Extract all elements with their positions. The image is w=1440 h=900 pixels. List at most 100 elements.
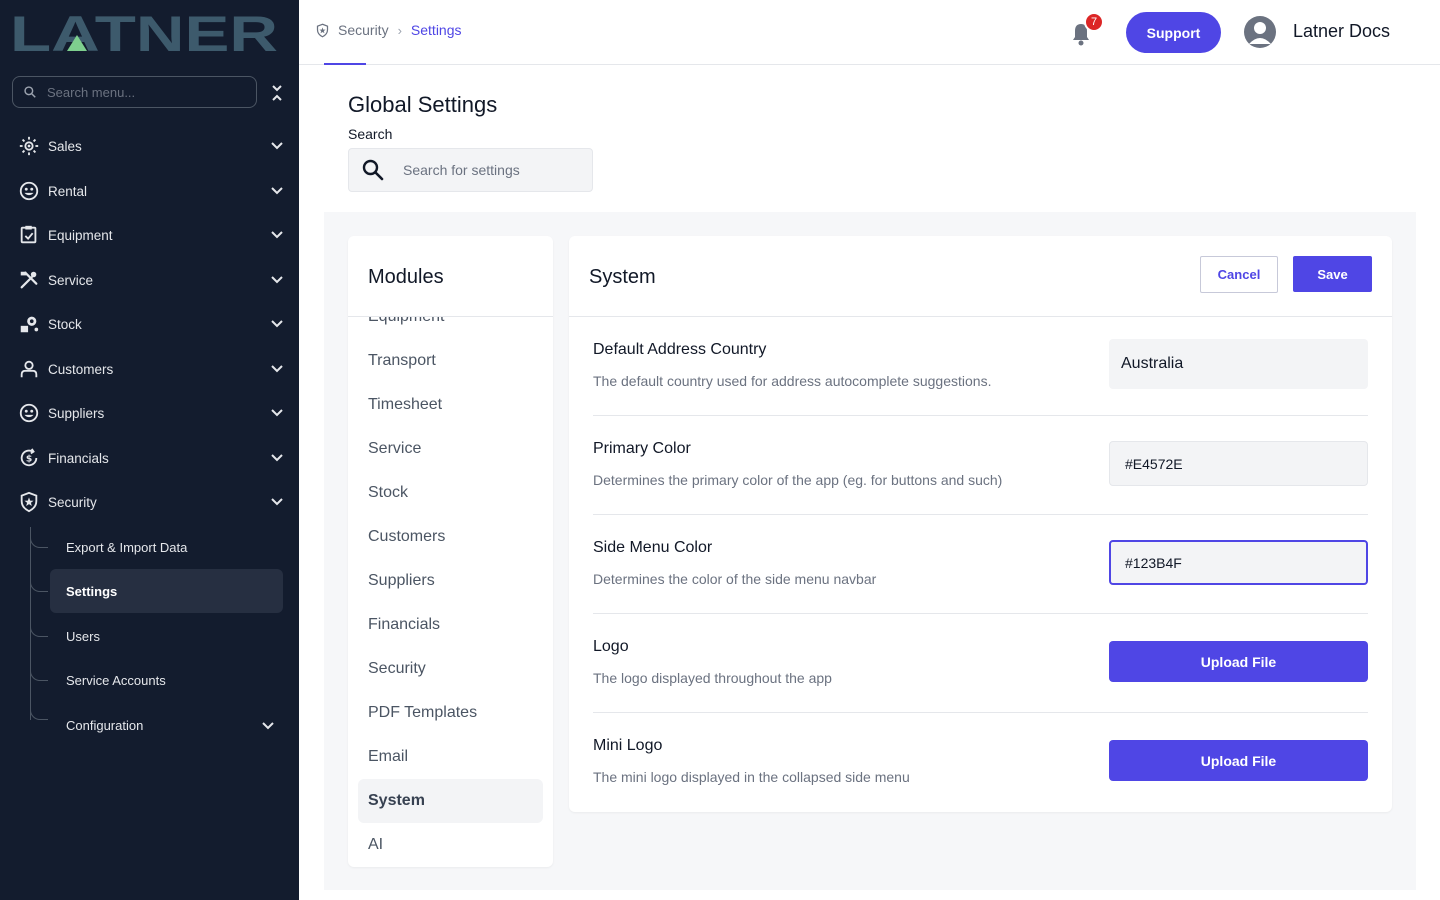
module-item-customers[interactable]: Customers	[358, 515, 543, 559]
security-shield-icon	[18, 491, 40, 513]
sidebar-subitem-label: Users	[66, 628, 100, 644]
menu-search-input[interactable]: Search menu...	[12, 76, 257, 108]
settings-search-input[interactable]: Search for settings	[348, 148, 593, 192]
module-item-label: PDF Templates	[368, 704, 478, 721]
module-item-equipment[interactable]: Equipment	[358, 317, 543, 339]
sales-icon	[18, 135, 40, 157]
sidebar-item-rental[interactable]: Rental	[0, 169, 299, 213]
latner-logo[interactable]: LATNER	[10, 11, 280, 55]
sidebar-subitem-users[interactable]: Users	[50, 614, 283, 658]
rental-icon	[18, 180, 40, 202]
primary-color-input[interactable]: #E4572E	[1109, 441, 1368, 486]
sidebar-subitem-label: Service Accounts	[66, 672, 166, 688]
setting-description: Determines the color of the side menu na…	[593, 571, 877, 587]
sidebar-item-label: Financials	[48, 450, 109, 466]
module-item-security[interactable]: Security	[358, 647, 543, 691]
breadcrumb: Security › Settings	[315, 22, 462, 38]
search-icon	[362, 159, 384, 181]
collapse-icon	[272, 85, 282, 101]
setting-name: Default Address Country	[593, 341, 767, 358]
module-item-pdf-templates[interactable]: PDF Templates	[358, 691, 543, 735]
avatar[interactable]	[1244, 16, 1276, 48]
module-item-label: Email	[368, 748, 409, 765]
financials-icon: $	[18, 447, 40, 469]
module-item-label: Equipment	[368, 317, 445, 326]
save-button[interactable]: Save	[1293, 256, 1372, 292]
module-item-label: Timesheet	[368, 396, 443, 413]
module-item-label: Transport	[368, 352, 436, 369]
upload-mini-logo-button[interactable]: Upload File	[1109, 740, 1368, 781]
search-icon	[24, 86, 36, 98]
sidebar-subitem-label: Configuration	[66, 717, 144, 733]
sidebar-item-label: Sales	[48, 138, 82, 154]
module-item-transport[interactable]: Transport	[358, 339, 543, 383]
sidebar-item-label: Equipment	[48, 227, 113, 243]
module-item-ai[interactable]: AI	[358, 823, 543, 867]
sidebar-item-equipment[interactable]: Equipment	[0, 213, 299, 257]
top-bar: Security › Settings 7 Support Latner Doc…	[299, 0, 1440, 66]
support-button[interactable]: Support	[1126, 12, 1221, 53]
chevron-down-icon	[271, 142, 283, 150]
sidebar-subitem-configuration[interactable]: Configuration	[50, 703, 283, 747]
setting-primary-color: Primary Color Determines the primary col…	[593, 416, 1368, 515]
cancel-button[interactable]: Cancel	[1200, 256, 1278, 293]
svg-text:$: $	[26, 454, 32, 465]
setting-description: The mini logo displayed in the collapsed…	[593, 769, 910, 785]
sidebar-item-financials[interactable]: $ Financials	[0, 436, 299, 480]
side-menu: LATNER Search menu... Sales Rental Equip…	[0, 0, 299, 900]
collapse-menu-button[interactable]	[268, 82, 286, 104]
module-item-timesheet[interactable]: Timesheet	[358, 383, 543, 427]
chevron-down-icon	[271, 320, 283, 328]
sidebar-subitem-label: Settings	[66, 583, 118, 599]
module-item-email[interactable]: Email	[358, 735, 543, 779]
sidebar-subitem-settings[interactable]: Settings	[50, 569, 283, 613]
country-select-value: Australia	[1121, 355, 1184, 372]
user-avatar-icon	[1249, 22, 1271, 44]
chevron-down-icon	[271, 187, 283, 195]
settings-search-label: Search	[348, 126, 393, 142]
sidebar-subitem-service-accounts[interactable]: Service Accounts	[50, 658, 283, 702]
page-title: Global Settings	[348, 92, 498, 117]
sidebar-item-suppliers[interactable]: Suppliers	[0, 391, 299, 435]
sidebar-item-security[interactable]: Security	[0, 480, 299, 524]
country-select[interactable]: Australia	[1109, 339, 1368, 389]
chevron-down-icon	[271, 276, 283, 284]
module-item-label: Financials	[368, 616, 441, 633]
setting-side-menu-color: Side Menu Color Determines the color of …	[593, 515, 1368, 614]
sidebar-subitem-label: Export & Import Data	[66, 539, 188, 555]
sidebar-item-label: Service	[48, 272, 94, 288]
sidebar-item-label: Stock	[48, 316, 82, 332]
chevron-down-icon	[271, 498, 283, 506]
sidebar-item-stock[interactable]: Stock	[0, 302, 299, 346]
module-item-stock[interactable]: Stock	[358, 471, 543, 515]
user-name[interactable]: Latner Docs	[1293, 21, 1390, 42]
primary-color-value: #E4572E	[1125, 455, 1183, 472]
system-settings-panel: System Cancel Save Default Address Count…	[569, 236, 1392, 812]
breadcrumb-settings[interactable]: Settings	[411, 22, 462, 38]
sidebar-item-label: Rental	[48, 183, 88, 199]
modules-title: Modules	[368, 266, 444, 288]
module-item-label: AI	[368, 836, 384, 853]
svg-text:LATNER: LATNER	[10, 11, 278, 55]
module-item-service[interactable]: Service	[358, 427, 543, 471]
upload-logo-button[interactable]: Upload File	[1109, 641, 1368, 682]
sidebar-subitem-export-import[interactable]: Export & Import Data	[50, 525, 283, 569]
sidebar-item-service[interactable]: Service	[0, 258, 299, 302]
sidebar-item-label: Suppliers	[48, 405, 105, 421]
module-item-system[interactable]: System	[358, 779, 543, 823]
side-menu-color-input[interactable]: #123B4F	[1109, 540, 1368, 585]
module-item-label: Suppliers	[368, 572, 435, 589]
customers-icon	[18, 358, 40, 380]
suppliers-icon	[18, 402, 40, 424]
chevron-down-icon	[271, 365, 283, 373]
sidebar-item-customers[interactable]: Customers	[0, 347, 299, 391]
module-item-suppliers[interactable]: Suppliers	[358, 559, 543, 603]
modules-list[interactable]: Equipment Transport Timesheet Service St…	[348, 317, 553, 867]
sidebar-item-sales[interactable]: Sales	[0, 124, 299, 168]
module-item-financials[interactable]: Financials	[358, 603, 543, 647]
tree-line	[30, 527, 50, 720]
setting-description: Determines the primary color of the app …	[593, 472, 1003, 488]
breadcrumb-security[interactable]: Security	[338, 22, 389, 38]
stock-icon	[18, 313, 40, 335]
setting-name: Logo	[593, 638, 629, 655]
